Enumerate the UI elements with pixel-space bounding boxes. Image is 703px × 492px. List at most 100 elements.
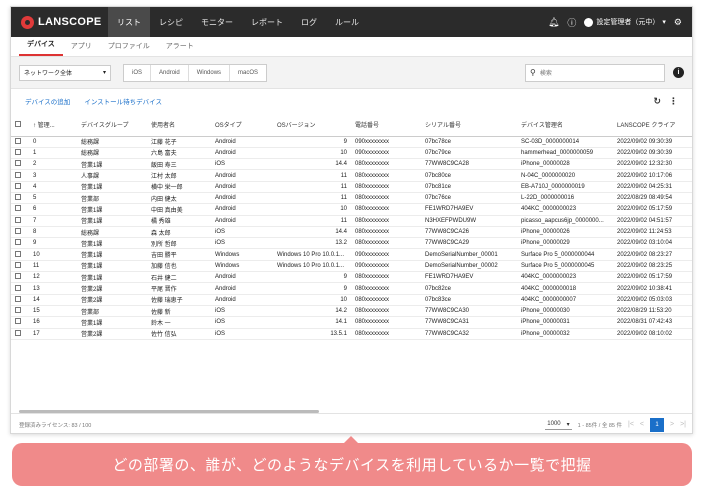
row-checkbox[interactable] <box>15 261 21 268</box>
header-os-type[interactable]: OSタイプ <box>211 114 273 137</box>
header-os-version[interactable]: OSバージョン <box>273 114 351 137</box>
row-checkbox[interactable] <box>15 216 21 223</box>
tab-device[interactable]: デバイス <box>19 39 63 56</box>
row-checkbox-cell[interactable] <box>11 192 29 205</box>
header-device-group[interactable]: デバイスグループ <box>77 114 147 137</box>
row-checkbox[interactable] <box>15 137 21 144</box>
header-user-name[interactable]: 使用者名 <box>147 114 211 137</box>
table-row[interactable]: 3 人事課 江村 太郎 Android 11 080xxxxxxxx 07bc80ce N-0… <box>11 169 692 182</box>
table-row[interactable]: 11 営業1課 加藤 信也 Windows Windows 10 Pro 10.0.1.… <box>11 260 692 273</box>
table-row[interactable]: 8 総務課森 太郎 iOS 14.4 080xxxxxxxx 77WW8C9CA26 iPh… <box>11 226 692 239</box>
device-table-wrap[interactable]: ↑ 管理... デバイスグループ 使用者名 OSタイプ OSバージョン 電話番号… <box>11 114 692 409</box>
add-device-link[interactable]: デバイスの追加 <box>25 96 70 106</box>
cell-device-name: L-22D_0000000016 <box>517 192 613 205</box>
row-checkbox[interactable] <box>15 250 21 257</box>
nav-item-monitor[interactable]: モニター <box>192 7 242 37</box>
table-row[interactable]: 6 営業1課 中田 真由美 Android 10 080xxxxxxxx FE1WRD7HA… <box>11 203 692 216</box>
table-row[interactable]: 0 総務課 江藤 花子 Android 9 090xxxxxxxx 07bc78ce SC-0… <box>11 136 692 148</box>
row-checkbox-cell[interactable] <box>11 328 29 340</box>
last-page-icon[interactable]: >| <box>680 421 686 428</box>
table-row[interactable]: 4 営業1課 横中 栄一郎 Android 11 080xxxxxxxx 07bc81ce E… <box>11 181 692 193</box>
table-row[interactable]: 17 営業2課 佐竹 信弘 iOS 13.5.1 080xxxxxxxx 77WW8C9CA… <box>11 328 692 340</box>
row-checkbox[interactable] <box>15 284 21 291</box>
info-icon[interactable]: i <box>673 67 684 78</box>
help-icon[interactable]: ⓘ <box>567 16 576 29</box>
group-select[interactable]: ネットワーク全体 ▾ <box>19 64 111 81</box>
row-checkbox-cell[interactable] <box>11 305 29 318</box>
row-checkbox[interactable] <box>15 318 21 325</box>
row-checkbox[interactable] <box>15 171 21 178</box>
table-row[interactable]: 9 営業1課 別所 哲郎 iOS 13.2 080xxxxxxxx 77WW8C9CA29 i… <box>11 237 692 250</box>
header-checkbox[interactable] <box>11 114 29 137</box>
row-checkbox-cell[interactable] <box>11 226 29 239</box>
prev-page-icon[interactable]: < <box>640 421 644 428</box>
table-row[interactable]: 13 営業2課 平尾 晋作 Android 9 080xxxxxxxx 07bc82ce 40… <box>11 282 692 295</box>
row-checkbox-cell[interactable] <box>11 169 29 182</box>
row-checkbox[interactable] <box>15 239 21 246</box>
row-checkbox-cell[interactable] <box>11 260 29 273</box>
row-checkbox[interactable] <box>15 228 21 235</box>
row-checkbox-cell[interactable] <box>11 271 29 284</box>
user-menu[interactable]: 設定管理者（元中） ▾ <box>584 17 666 27</box>
row-checkbox[interactable] <box>15 148 21 155</box>
row-checkbox[interactable] <box>15 160 21 167</box>
table-row[interactable]: 16 営業1課 鈴木 一 iOS 14.1 080xxxxxxxx 77WW8C9CA31 i… <box>11 316 692 329</box>
row-checkbox[interactable] <box>15 194 21 201</box>
header-client[interactable]: LANSCOPE クライア <box>613 114 692 137</box>
row-checkbox-cell[interactable] <box>11 136 29 148</box>
row-checkbox-cell[interactable] <box>11 248 29 261</box>
more-vert-icon[interactable]: ⋮ <box>669 96 678 107</box>
nav-item-report[interactable]: レポート <box>242 7 292 37</box>
nav-item-rule[interactable]: ルール <box>326 7 368 37</box>
nav-item-list[interactable]: リスト <box>108 7 150 37</box>
tab-app[interactable]: アプリ <box>63 41 100 56</box>
header-id[interactable]: ↑ 管理... <box>29 114 77 137</box>
row-checkbox-cell[interactable] <box>11 294 29 306</box>
row-checkbox[interactable] <box>15 273 21 280</box>
table-row[interactable]: 14 営業2課 佐藤 瑞恵子 Android 10 080xxxxxxxx 07bc83ce… <box>11 294 692 306</box>
select-all-checkbox[interactable] <box>15 120 21 127</box>
logo[interactable]: LANSCOPE <box>11 7 108 37</box>
table-row[interactable]: 10 営業1課 吉田 勝平 Windows Windows 10 Pro 10.0.1.… <box>11 248 692 261</box>
os-button-ios[interactable]: iOS <box>124 64 152 81</box>
tab-profile[interactable]: プロファイル <box>100 41 158 56</box>
os-button-windows[interactable]: Windows <box>189 64 231 81</box>
header-device-name[interactable]: デバイス管理名 <box>517 114 613 137</box>
table-row[interactable]: 2 営業1課 飯田 寿三 iOS 14.4 080xxxxxxxx 77WW8C9CA28 i… <box>11 158 692 171</box>
row-checkbox-cell[interactable] <box>11 316 29 329</box>
header-phone[interactable]: 電話番号 <box>351 114 421 137</box>
row-checkbox-cell[interactable] <box>11 282 29 295</box>
nav-item-recipe[interactable]: レシピ <box>150 7 192 37</box>
row-checkbox[interactable] <box>15 205 21 212</box>
row-checkbox-cell[interactable] <box>11 158 29 171</box>
table-row[interactable]: 12 営業1課 石井 健二 Android 9 080xxxxxxxx FE1WRD7HA9… <box>11 271 692 284</box>
header-serial[interactable]: シリアル番号 <box>421 114 517 137</box>
tab-alert[interactable]: アラート <box>158 41 202 56</box>
next-page-icon[interactable]: > <box>670 421 674 428</box>
nav-item-log[interactable]: ログ <box>292 7 326 37</box>
gear-icon[interactable]: ⚙ <box>674 17 682 28</box>
row-checkbox-cell[interactable] <box>11 203 29 216</box>
table-row[interactable]: 1 総務課 六島 富夫 Android 10 090xxxxxxxx 07bc79ce ham… <box>11 147 692 160</box>
table-row[interactable]: 7 営業1課橘 秀雄 Android 11 080xxxxxxxx N3HXEFPWDU9… <box>11 215 692 227</box>
bell-icon[interactable]: 🔔︎ <box>548 17 559 28</box>
per-page-select[interactable]: 1000 ▾ <box>545 420 572 430</box>
row-checkbox-cell[interactable] <box>11 181 29 193</box>
refresh-icon[interactable]: ↻ <box>653 96 661 107</box>
os-button-macos[interactable]: macOS <box>230 65 266 81</box>
cell-os-version: 14.4 <box>273 226 351 239</box>
os-button-android[interactable]: Android <box>151 64 189 81</box>
table-row[interactable]: 15 営業部 佐藤 新 iOS 14.2 080xxxxxxxx 77WW8C9CA30 iP… <box>11 305 692 318</box>
row-checkbox[interactable] <box>15 295 21 302</box>
row-checkbox-cell[interactable] <box>11 237 29 250</box>
first-page-icon[interactable]: |< <box>628 421 634 428</box>
install-pending-link[interactable]: インストール待ちデバイス <box>84 96 162 106</box>
search-input[interactable]: ⚲ 検索 <box>525 63 665 82</box>
row-checkbox[interactable] <box>15 329 21 336</box>
row-checkbox[interactable] <box>15 307 21 314</box>
row-checkbox-cell[interactable] <box>11 215 29 227</box>
current-page[interactable]: 1 <box>650 417 664 432</box>
table-row[interactable]: 5 営業部 内田 健太 Android 11 080xxxxxxxx 07bc76ce L-2… <box>11 192 692 205</box>
row-checkbox[interactable] <box>15 182 21 189</box>
row-checkbox-cell[interactable] <box>11 147 29 160</box>
